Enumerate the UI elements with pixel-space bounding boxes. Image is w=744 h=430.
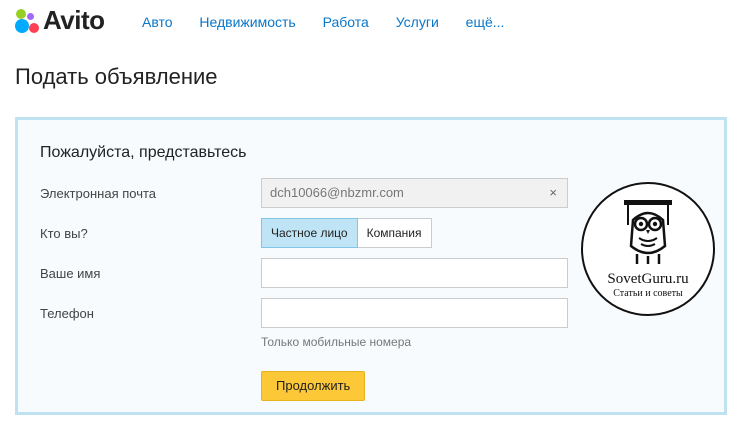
phone-label: Телефон bbox=[40, 306, 94, 321]
company-option[interactable]: Компания bbox=[357, 218, 432, 248]
email-label: Электронная почта bbox=[40, 186, 157, 201]
name-label: Ваше имя bbox=[40, 266, 101, 281]
logo-dot-purple bbox=[27, 13, 34, 20]
nav-link-more[interactable]: ещё... bbox=[466, 14, 505, 30]
logo-dot-blue bbox=[15, 19, 29, 33]
nav-link-jobs[interactable]: Работа bbox=[323, 14, 369, 30]
page-title: Подать объявление bbox=[15, 64, 218, 89]
phone-hint: Только мобильные номера bbox=[261, 335, 412, 349]
avito-logo[interactable]: Avito bbox=[14, 5, 134, 37]
header: Avito Авто Недвижимость Работа Услуги ещ… bbox=[0, 0, 744, 44]
clear-email-icon[interactable]: × bbox=[549, 179, 557, 207]
who-label: Кто вы? bbox=[40, 226, 88, 241]
account-type-toggle: Частное лицо Компания bbox=[261, 218, 432, 248]
name-field[interactable] bbox=[261, 258, 568, 288]
continue-button[interactable]: Продолжить bbox=[261, 371, 366, 401]
private-person-option[interactable]: Частное лицо bbox=[261, 218, 358, 248]
watermark-badge: SovetGuru.ru Статьи и советы bbox=[581, 182, 715, 316]
nav-link-services[interactable]: Услуги bbox=[396, 14, 439, 30]
owl-icon bbox=[624, 200, 672, 264]
logo-text: Avito bbox=[43, 5, 105, 35]
top-nav: Авто Недвижимость Работа Услуги ещё... bbox=[142, 14, 527, 30]
logo-dot-green bbox=[16, 9, 26, 19]
email-field[interactable]: dch10066@nbzmr.com × bbox=[261, 178, 568, 208]
email-value: dch10066@nbzmr.com bbox=[270, 185, 404, 200]
watermark-subtitle: Статьи и советы bbox=[613, 288, 683, 299]
watermark-name: SovetGuru.ru bbox=[607, 271, 689, 287]
phone-field[interactable] bbox=[261, 298, 568, 328]
form-title: Пожалуйста, представьтесь bbox=[40, 144, 247, 161]
logo-dot-red bbox=[29, 23, 39, 33]
nav-link-realty[interactable]: Недвижимость bbox=[199, 14, 295, 30]
nav-link-auto[interactable]: Авто bbox=[142, 14, 173, 30]
